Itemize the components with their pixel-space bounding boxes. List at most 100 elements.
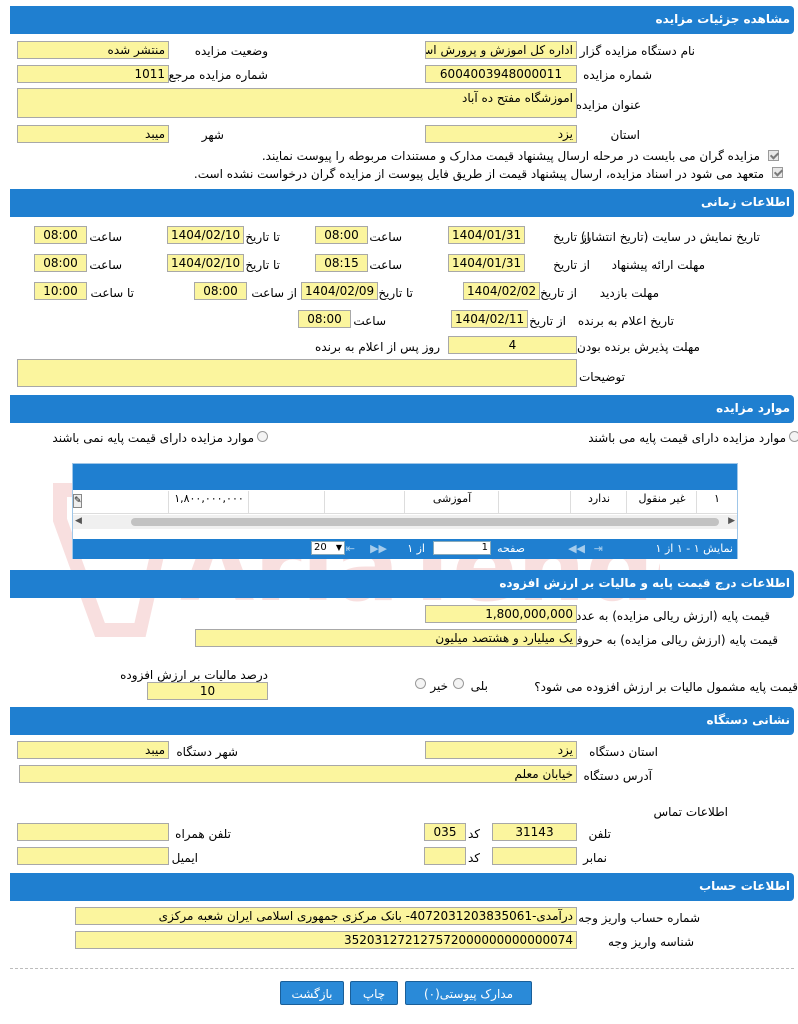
cell-empty-3	[248, 491, 325, 513]
vat-no-radio[interactable]	[415, 678, 426, 689]
description-field[interactable]	[17, 359, 577, 387]
org-address-label: آدرس دستگاه	[583, 769, 652, 783]
offer-from-date[interactable]: 1404/01/31	[448, 254, 525, 272]
vat-percent-field[interactable]: 10	[147, 682, 268, 700]
pager-info: نمایش ۱ - ۱ از ۱	[655, 542, 733, 555]
org-city-label: شهر دستگاه	[176, 745, 238, 759]
visit-from-date[interactable]: 1404/02/02	[463, 282, 540, 300]
grid-horizontal-scrollbar[interactable]: ◀ ▶	[73, 515, 737, 529]
vat-percent-label: درصد مالیات بر ارزش افزوده	[120, 668, 268, 682]
province-field[interactable]: یزد	[425, 125, 577, 143]
email-label: ایمیل	[171, 851, 198, 865]
fax-code-field[interactable]	[424, 847, 466, 865]
vat-yes-label: بلی	[470, 679, 488, 693]
pager-next-icon[interactable]: ▶▶	[370, 542, 387, 555]
base-price-number-field[interactable]: 1,800,000,000	[425, 605, 577, 623]
city-field[interactable]: میبد	[17, 125, 169, 143]
visit-to-date[interactable]: 1404/02/09	[301, 282, 378, 300]
fax-field[interactable]	[492, 847, 577, 865]
section-title-address: نشانی دستگاه	[706, 713, 790, 727]
number-field[interactable]: 6004003948000011	[425, 65, 577, 83]
visit-label: مهلت بازدید	[599, 286, 659, 300]
no-file-request-checkbox[interactable]	[772, 167, 783, 178]
pager-prev-icon[interactable]: ◀◀	[568, 542, 585, 555]
no-file-request-text: متعهد می شود در اسناد مزایده، ارسال پیشن…	[193, 167, 764, 181]
email-field[interactable]	[17, 847, 169, 865]
print-button[interactable]: چاپ	[350, 981, 398, 1005]
items-grid-header	[73, 464, 737, 490]
cell-price: ۱,۸۰۰,۰۰۰,۰۰۰	[168, 491, 249, 513]
title-field[interactable]: اموزشگاه مفتح ده آباد	[17, 88, 577, 118]
site-to-time[interactable]: 08:00	[34, 226, 87, 244]
pager-page-input[interactable]: 1	[433, 541, 491, 555]
mobile-label: تلفن همراه	[175, 827, 231, 841]
offer-label: مهلت ارائه پیشنهاد	[611, 258, 705, 272]
ref-number-field[interactable]: 1011	[17, 65, 169, 83]
table-row[interactable]: ۱ غیر منقول ندارد آموزشی ۱,۸۰۰,۰۰۰,۰۰۰ ✎	[73, 491, 737, 514]
pager-size-value: 20	[314, 542, 327, 553]
cell-category: آموزشی	[404, 491, 499, 513]
cell-empty-2	[324, 491, 405, 513]
accept-label: مهلت پذیرش برنده بودن	[577, 340, 700, 354]
visit-to-time[interactable]: 10:00	[34, 282, 87, 300]
province-label: استان	[610, 128, 640, 142]
base-price-text-field[interactable]: یک میلیارد و هشتصد میلیون	[195, 629, 577, 647]
ref-number-label: شماره مزایده مرجع	[168, 68, 268, 82]
pager-page-label: صفحه	[497, 542, 525, 555]
radio-with-base-price[interactable]	[789, 431, 798, 442]
status-field[interactable]: منتشر شده	[17, 41, 169, 59]
offer-to-date[interactable]: 1404/02/10	[167, 254, 244, 272]
scroll-left-arrow-icon[interactable]: ◀	[75, 516, 82, 526]
offer-to-hour-label: ساعت	[89, 258, 122, 272]
visit-from-time[interactable]: 08:00	[194, 282, 247, 300]
pager-last-icon[interactable]: ⇤	[346, 542, 355, 555]
section-title-details: مشاهده جزئیات مزایده	[655, 12, 790, 26]
offer-to-label: تا تاریخ	[245, 258, 280, 272]
section-title-price: اطلاعات درج قیمت پایه و مالیات بر ارزش ا…	[499, 576, 790, 590]
scroll-right-arrow-icon[interactable]: ▶	[728, 516, 735, 526]
phone-label: تلفن	[588, 827, 611, 841]
account-number-label: شماره حساب واریز وجه	[578, 911, 700, 925]
mobile-field[interactable]	[17, 823, 169, 841]
org-province-field[interactable]: یزد	[425, 741, 577, 759]
scrollbar-thumb[interactable]	[131, 518, 719, 526]
site-from-date[interactable]: 1404/01/31	[448, 226, 525, 244]
payment-id-field[interactable]: 352031272127572000000000000074	[75, 931, 577, 949]
org-field[interactable]: اداره کل اموزش و پرورش اس	[425, 41, 577, 59]
pager-size-select[interactable]: 20 ▼	[311, 541, 345, 555]
cell-action: ✎	[73, 491, 169, 513]
offer-from-time[interactable]: 08:15	[315, 254, 368, 272]
title-label: عنوان مزایده	[575, 98, 641, 112]
org-address-field[interactable]: خیابان معلم	[19, 765, 577, 783]
section-bar-details: مشاهده جزئیات مزایده	[10, 6, 794, 34]
grid-pager: نمایش ۱ - ۱ از ۱ ⇥ ◀◀ صفحه 1 از ۱ ▶▶ ⇤ 2…	[73, 539, 737, 559]
items-grid: ۱ غیر منقول ندارد آموزشی ۱,۸۰۰,۰۰۰,۰۰۰ ✎…	[72, 463, 738, 559]
site-to-date[interactable]: 1404/02/10	[167, 226, 244, 244]
row-edit-icon[interactable]: ✎	[73, 494, 82, 508]
account-number-field[interactable]: درآمدی-4072031203835061- بانک مرکزی جمهو…	[75, 907, 577, 925]
back-button[interactable]: بازگشت	[280, 981, 344, 1005]
visit-to-hour-label: تا ساعت	[90, 286, 134, 300]
phone-code-label: کد	[467, 827, 480, 841]
section-title-time: اطلاعات زمانی	[701, 195, 790, 209]
vat-yes-radio[interactable]	[453, 678, 464, 689]
attachments-button[interactable]: مدارک پیوستی(۰)	[405, 981, 532, 1005]
cell-empty-1	[498, 491, 571, 513]
offer-to-time[interactable]: 08:00	[34, 254, 87, 272]
radio-without-base-price[interactable]	[257, 431, 268, 442]
site-to-hour-label: ساعت	[89, 230, 122, 244]
announce-date[interactable]: 1404/02/11	[451, 310, 528, 328]
cell-index: ۱	[696, 491, 737, 513]
accept-days-field[interactable]: 4	[448, 336, 577, 354]
pager-first-icon[interactable]: ⇥	[594, 542, 603, 555]
description-label: توضیحات	[578, 370, 625, 384]
announce-time[interactable]: 08:00	[298, 310, 351, 328]
org-city-field[interactable]: میبد	[17, 741, 169, 759]
accept-suffix: روز پس از اعلام به برنده	[315, 340, 440, 354]
site-from-time[interactable]: 08:00	[315, 226, 368, 244]
attach-docs-text: مزایده گران می بایست در مرحله ارسال پیشن…	[261, 149, 760, 163]
phone-code-field[interactable]: 035	[424, 823, 466, 841]
phone-field[interactable]: 31143	[492, 823, 577, 841]
attach-docs-checkbox[interactable]	[768, 150, 779, 161]
site-from-hour-label: ساعت	[369, 230, 402, 244]
